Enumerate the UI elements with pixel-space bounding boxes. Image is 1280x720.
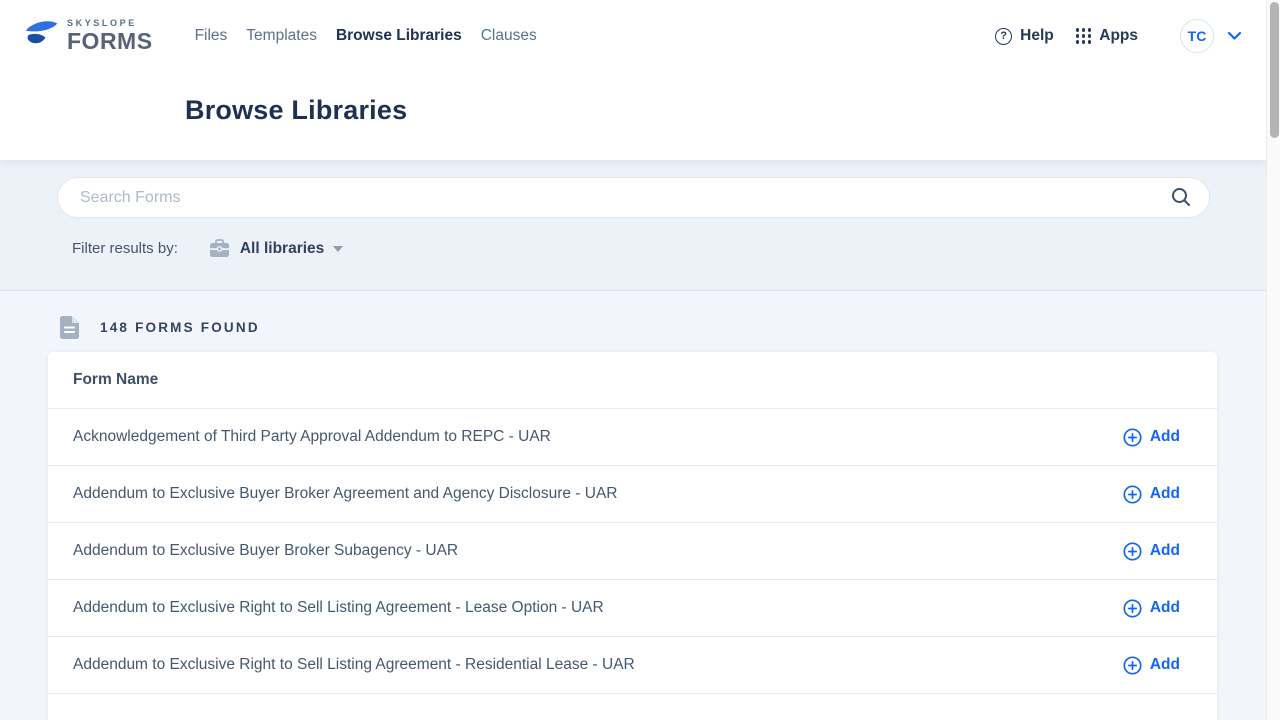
scrollbar-thumb[interactable]: [1270, 2, 1279, 138]
nav-item-files[interactable]: Files: [195, 27, 228, 45]
add-form-button[interactable]: Add: [1123, 428, 1180, 447]
filter-row: Filter results by: All libraries: [72, 239, 1266, 258]
apps-label: Apps: [1099, 27, 1138, 45]
header: SKYSLOPE FORMS Files Templates Browse Li…: [0, 0, 1266, 160]
results-count-row: 148 FORMS FOUND: [0, 291, 1266, 339]
logo-top-label: SKYSLOPE: [67, 19, 153, 28]
filter-section: Filter results by: All libraries: [0, 160, 1266, 291]
user-avatar[interactable]: TC: [1180, 19, 1214, 53]
help-label: Help: [1020, 27, 1054, 45]
add-form-button[interactable]: Add: [1123, 485, 1180, 504]
add-form-button[interactable]: Add: [1123, 656, 1180, 675]
search-bar: [57, 177, 1210, 218]
column-header-form-name: Form Name: [73, 371, 158, 389]
apps-grid-icon: [1076, 28, 1092, 44]
form-name-cell: Acknowledgement of Third Party Approval …: [73, 428, 1123, 446]
topbar-right: ? Help Apps TC: [995, 19, 1242, 53]
main-nav: Files Templates Browse Libraries Clauses: [195, 27, 537, 45]
help-icon: ?: [995, 28, 1012, 45]
topbar: SKYSLOPE FORMS Files Templates Browse Li…: [0, 0, 1266, 72]
search-icon[interactable]: [1170, 186, 1192, 208]
table-row: Addendum to Exclusive Buyer Broker Agree…: [48, 466, 1217, 523]
table-header-row: Form Name: [48, 352, 1217, 409]
apps-button[interactable]: Apps: [1076, 27, 1138, 45]
form-name-cell: Addendum to Exclusive Buyer Broker Agree…: [73, 485, 1123, 503]
table-body: Acknowledgement of Third Party Approval …: [48, 409, 1217, 694]
nav-item-browse-libraries[interactable]: Browse Libraries: [336, 27, 462, 45]
logo-text: SKYSLOPE FORMS: [67, 19, 153, 53]
table-row: Acknowledgement of Third Party Approval …: [48, 409, 1217, 466]
next-row-partial: [48, 694, 1217, 720]
plus-circle-icon: [1123, 599, 1142, 618]
chevron-down-icon: [1227, 31, 1242, 41]
add-form-button[interactable]: Add: [1123, 542, 1180, 561]
add-button-label: Add: [1150, 542, 1180, 560]
form-name-cell: Addendum to Exclusive Buyer Broker Subag…: [73, 542, 1123, 560]
skyslope-forms-logo[interactable]: SKYSLOPE FORMS: [22, 18, 153, 54]
plus-circle-icon: [1123, 485, 1142, 504]
table-row: Addendum to Exclusive Buyer Broker Subag…: [48, 523, 1217, 580]
table-row: Addendum to Exclusive Right to Sell List…: [48, 637, 1217, 694]
form-name-cell: Addendum to Exclusive Right to Sell List…: [73, 599, 1123, 617]
document-icon: [60, 316, 79, 339]
app-viewport: SKYSLOPE FORMS Files Templates Browse Li…: [0, 0, 1266, 720]
briefcase-icon: [209, 239, 230, 258]
nav-item-clauses[interactable]: Clauses: [481, 27, 537, 45]
skyslope-swoosh-icon: [22, 18, 60, 54]
results-section: 148 FORMS FOUND Form Name Acknowledgemen…: [0, 291, 1266, 720]
filter-label: Filter results by:: [72, 240, 178, 257]
page-title: Browse Libraries: [185, 95, 1266, 126]
search-input[interactable]: [57, 177, 1210, 218]
add-button-label: Add: [1150, 656, 1180, 674]
logo-bottom-label: FORMS: [67, 30, 153, 53]
results-count-label: 148 FORMS FOUND: [100, 320, 260, 335]
caret-down-icon: [333, 246, 343, 252]
forms-table-card: Form Name Acknowledgement of Third Party…: [48, 352, 1217, 720]
add-button-label: Add: [1150, 599, 1180, 617]
nav-item-templates[interactable]: Templates: [246, 27, 317, 45]
table-row: Addendum to Exclusive Right to Sell List…: [48, 580, 1217, 637]
library-filter-value: All libraries: [240, 240, 324, 258]
add-button-label: Add: [1150, 428, 1180, 446]
plus-circle-icon: [1123, 656, 1142, 675]
plus-circle-icon: [1123, 542, 1142, 561]
add-form-button[interactable]: Add: [1123, 599, 1180, 618]
form-name-cell: Addendum to Exclusive Right to Sell List…: [73, 656, 1123, 674]
plus-circle-icon: [1123, 428, 1142, 447]
vertical-scrollbar[interactable]: [1266, 0, 1280, 720]
account-menu-button[interactable]: [1227, 31, 1242, 41]
library-filter-dropdown[interactable]: All libraries: [240, 240, 343, 258]
help-button[interactable]: ? Help: [995, 27, 1054, 45]
add-button-label: Add: [1150, 485, 1180, 503]
